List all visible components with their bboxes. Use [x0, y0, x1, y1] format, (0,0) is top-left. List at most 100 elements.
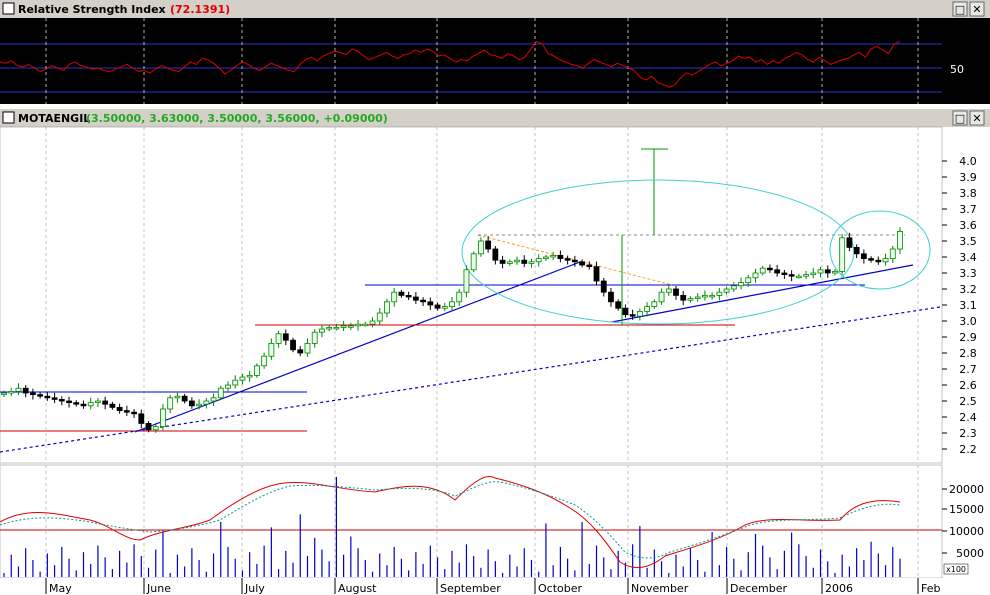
candle-body [384, 301, 390, 314]
candle-body [167, 397, 174, 410]
candle-body [810, 272, 817, 276]
candle-body [246, 374, 253, 378]
y-tick-label: 15000 [949, 503, 984, 516]
x-tick-label: 2006 [825, 582, 853, 595]
candle-body [8, 390, 15, 394]
candle-body [427, 301, 434, 306]
candle-body [608, 291, 614, 303]
candle-body [412, 296, 419, 301]
candle-body [470, 253, 477, 271]
candle-body [716, 291, 723, 296]
candle-body [66, 400, 72, 403]
y-tick-label: 3.4 [959, 251, 977, 264]
candle-body [333, 326, 340, 330]
candle-body [723, 288, 730, 293]
candle-body [362, 323, 369, 327]
candle-body [369, 320, 376, 325]
x-tick-label: November [631, 582, 689, 595]
x-tick-label: October [538, 582, 582, 595]
restore-icon: □ [955, 112, 965, 125]
candle-body [188, 400, 195, 407]
candle-body [514, 259, 520, 263]
candle-body [196, 403, 202, 407]
y-tick-label: 3.7 [959, 203, 977, 216]
y-tick-label: 2.8 [959, 347, 977, 360]
volume-panel: 20000 15000 10000 5000 x100 [0, 464, 984, 579]
candle-body [492, 248, 499, 261]
candle-body [15, 387, 22, 392]
candle-body [58, 398, 65, 402]
candle-body [600, 280, 607, 293]
candle-body [268, 342, 275, 357]
candle-body [817, 269, 824, 274]
candle-body [586, 264, 593, 268]
candle-body [152, 426, 159, 431]
y-tick-label: 3.1 [959, 299, 977, 312]
y-tick-label: 4.0 [959, 155, 977, 168]
candle-body [860, 253, 867, 260]
y-tick-label: 2.2 [959, 443, 977, 456]
candle [839, 234, 846, 275]
candle-body [116, 406, 123, 411]
candle [470, 251, 477, 273]
candle-body [73, 402, 80, 405]
candle-body [593, 266, 600, 282]
x-axis: May June July August September October Novembe… [0, 578, 990, 595]
close-icon: ✕ [972, 112, 981, 125]
candle-body [636, 310, 643, 317]
candle-body [405, 294, 412, 298]
candle-body [557, 254, 564, 259]
candle-body [319, 328, 325, 333]
y-tick-label: 20000 [949, 483, 984, 496]
candle-body [463, 269, 470, 293]
candle-body [521, 259, 528, 264]
candle-body [781, 272, 788, 276]
candle-body [145, 422, 152, 431]
candle-body [1, 392, 7, 396]
chart-canvas: Relative Strength Index (72.1391) □ ✕ 50… [0, 0, 990, 595]
candle-body [644, 306, 650, 312]
y-tick-label: 2.9 [959, 331, 977, 344]
y-tick-label: 3.5 [959, 235, 977, 248]
candle-body [217, 387, 224, 399]
candle-body [282, 333, 289, 341]
candle-body [629, 314, 636, 317]
y-tick-label: 3.3 [959, 267, 977, 280]
candle-body [752, 272, 759, 279]
rsi-panel: Relative Strength Index (72.1391) □ ✕ 50 [0, 0, 990, 104]
candle-body [210, 397, 217, 402]
candle-body [485, 240, 492, 250]
x-tick-label: December [730, 582, 788, 595]
candle [217, 385, 224, 401]
candle-body [37, 394, 44, 397]
candle-body [44, 395, 51, 399]
candle-body [232, 379, 239, 386]
candle-body [174, 395, 181, 399]
candle-body [311, 331, 318, 344]
candle-body [160, 408, 166, 428]
x-tick-label: Feb [921, 582, 940, 595]
price-window-icon [2, 111, 15, 124]
candle-body [889, 248, 896, 259]
candle-body [687, 298, 694, 301]
candle-body [275, 333, 282, 344]
candle-body [456, 291, 463, 303]
y-tick-label: 10000 [949, 525, 984, 538]
candle-body [571, 259, 578, 263]
candle-body [109, 403, 116, 408]
y-tick-label: 2.3 [959, 427, 977, 440]
candle-body [680, 294, 687, 301]
restore-icon: □ [955, 3, 965, 16]
y-tick-label: 2.5 [959, 395, 977, 408]
x-tick-label: June [146, 582, 171, 595]
candle-body [102, 400, 109, 405]
rsi-plot-area [0, 18, 942, 104]
candle-body [326, 326, 333, 330]
y-tick-label: 2.6 [959, 379, 977, 392]
rsi-value: (72.1391) [170, 3, 230, 16]
x-tick-label: September [440, 582, 501, 595]
candle-body [95, 400, 101, 403]
candle-body [355, 323, 361, 327]
candle-body [478, 240, 484, 255]
y-tick-label: 3.0 [959, 315, 977, 328]
